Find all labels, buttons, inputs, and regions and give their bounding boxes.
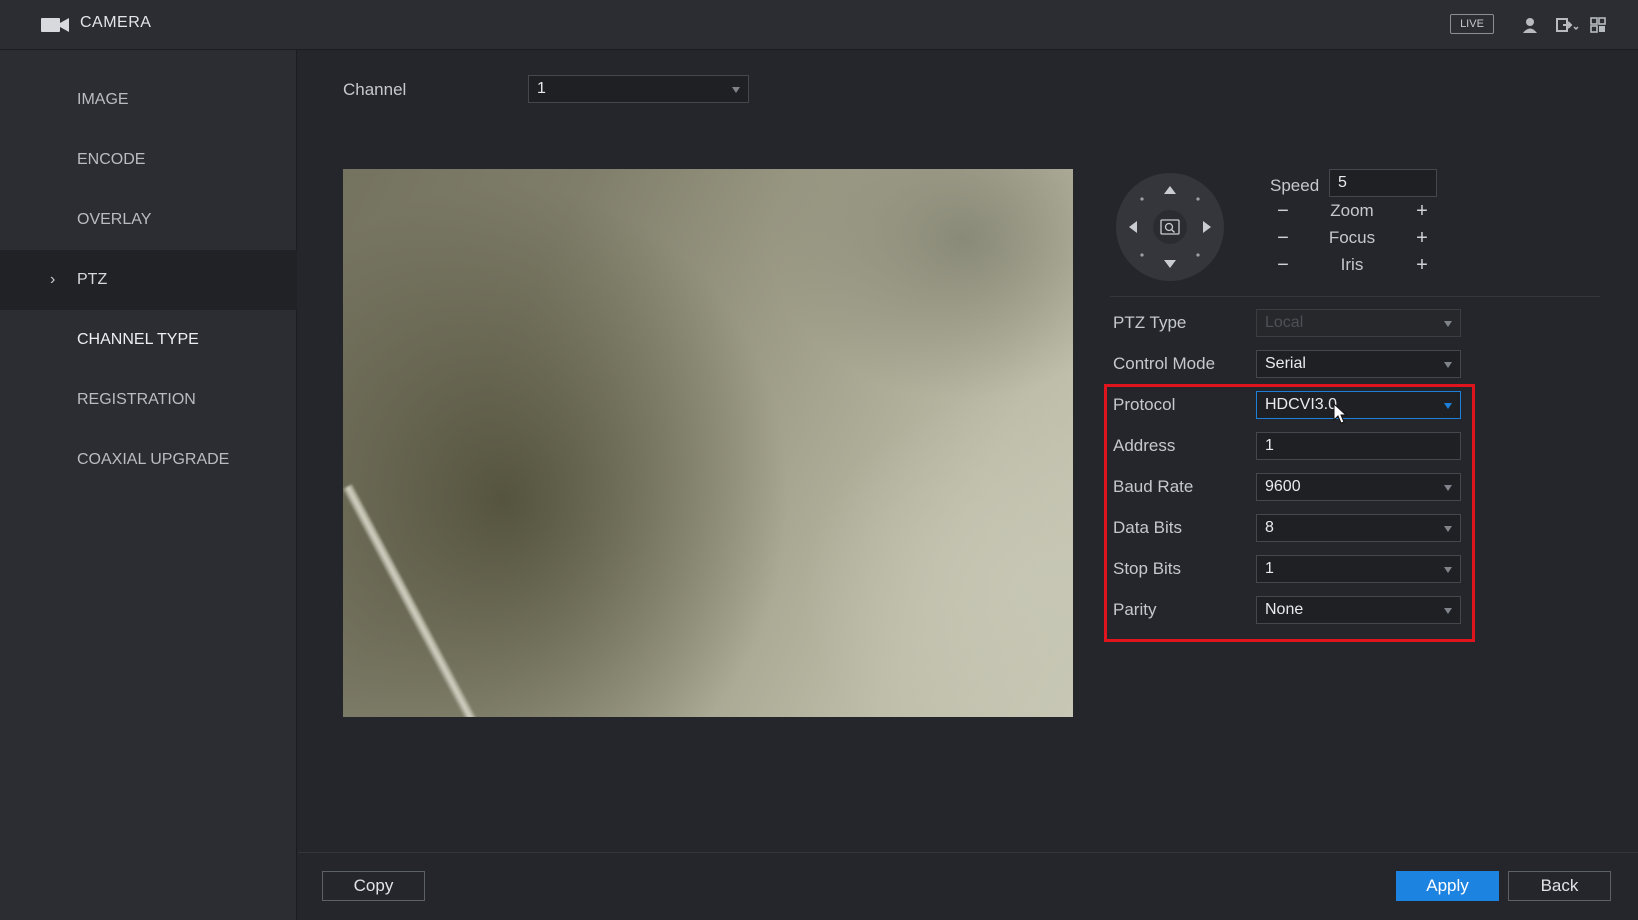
zoom-plus-button[interactable]: + xyxy=(1410,200,1434,224)
divider xyxy=(1110,296,1600,297)
sidebar: IMAGE ENCODE OVERLAY › PTZ CHANNEL TYPE … xyxy=(0,50,297,920)
sidebar-item-label: OVERLAY xyxy=(77,211,152,228)
focus-plus-button[interactable]: + xyxy=(1410,227,1434,251)
ptz-direction-pad[interactable] xyxy=(1116,173,1224,281)
control-mode-select[interactable]: Serial xyxy=(1256,350,1461,378)
sidebar-item-label: IMAGE xyxy=(77,91,129,108)
copy-button[interactable]: Copy xyxy=(322,871,425,901)
user-icon[interactable] xyxy=(1520,15,1540,35)
video-preview xyxy=(343,169,1073,717)
iris-minus-button[interactable]: − xyxy=(1271,254,1295,278)
chevron-down-icon xyxy=(732,87,740,93)
arrow-left-icon[interactable] xyxy=(1129,221,1137,233)
sidebar-item-image[interactable]: IMAGE xyxy=(0,70,297,130)
zoom-center-icon[interactable] xyxy=(1153,210,1187,244)
control-mode-value: Serial xyxy=(1265,355,1306,372)
ptz-type-value: Local xyxy=(1265,314,1304,331)
sidebar-item-label: CHANNEL TYPE xyxy=(77,331,199,348)
speed-value: 5 xyxy=(1338,174,1347,191)
arrow-up-icon[interactable] xyxy=(1164,186,1176,194)
ptz-type-select: Local xyxy=(1256,309,1461,337)
iris-plus-button[interactable]: + xyxy=(1410,254,1434,278)
back-button[interactable]: Back xyxy=(1508,871,1611,901)
sidebar-item-overlay[interactable]: OVERLAY xyxy=(0,190,297,250)
channel-label: Channel xyxy=(343,80,407,99)
app-title: CAMERA xyxy=(80,14,152,31)
chevron-down-icon xyxy=(1444,362,1452,368)
logout-icon[interactable] xyxy=(1554,15,1580,35)
sidebar-item-encode[interactable]: ENCODE xyxy=(0,130,297,190)
arrow-down-icon[interactable] xyxy=(1164,260,1176,268)
speed-label: Speed xyxy=(1270,176,1320,195)
control-mode-label: Control Mode xyxy=(1113,354,1216,373)
sidebar-item-label: REGISTRATION xyxy=(77,391,196,408)
camera-icon xyxy=(40,15,70,35)
live-button[interactable]: LIVE xyxy=(1450,14,1494,34)
sidebar-item-registration[interactable]: REGISTRATION xyxy=(0,370,297,430)
zoom-minus-button[interactable]: − xyxy=(1271,200,1295,224)
highlight-box xyxy=(1104,384,1475,642)
grid-icon[interactable] xyxy=(1588,15,1608,35)
preview-cable xyxy=(343,484,484,717)
chevron-right-icon: › xyxy=(50,271,56,288)
channel-value: 1 xyxy=(537,80,546,97)
channel-select[interactable]: 1 xyxy=(528,75,749,103)
speed-input[interactable]: 5 xyxy=(1329,169,1437,197)
arrow-right-icon[interactable] xyxy=(1203,221,1211,233)
top-bar: CAMERA LIVE xyxy=(0,0,1638,50)
sidebar-item-label: PTZ xyxy=(77,271,108,288)
apply-button[interactable]: Apply xyxy=(1396,871,1499,901)
focus-label: Focus xyxy=(1328,228,1376,247)
iris-label: Iris xyxy=(1340,255,1364,274)
focus-minus-button[interactable]: − xyxy=(1271,227,1295,251)
sidebar-item-coaxial-upgrade[interactable]: COAXIAL UPGRADE xyxy=(0,430,297,490)
sidebar-item-ptz[interactable]: › PTZ xyxy=(0,250,297,310)
chevron-down-icon xyxy=(1444,321,1452,327)
zoom-label: Zoom xyxy=(1330,201,1374,220)
sidebar-item-label: COAXIAL UPGRADE xyxy=(77,451,230,468)
sidebar-item-label: ENCODE xyxy=(77,151,146,168)
sidebar-item-channel-type[interactable]: CHANNEL TYPE xyxy=(0,310,297,370)
ptz-type-label: PTZ Type xyxy=(1113,313,1187,332)
